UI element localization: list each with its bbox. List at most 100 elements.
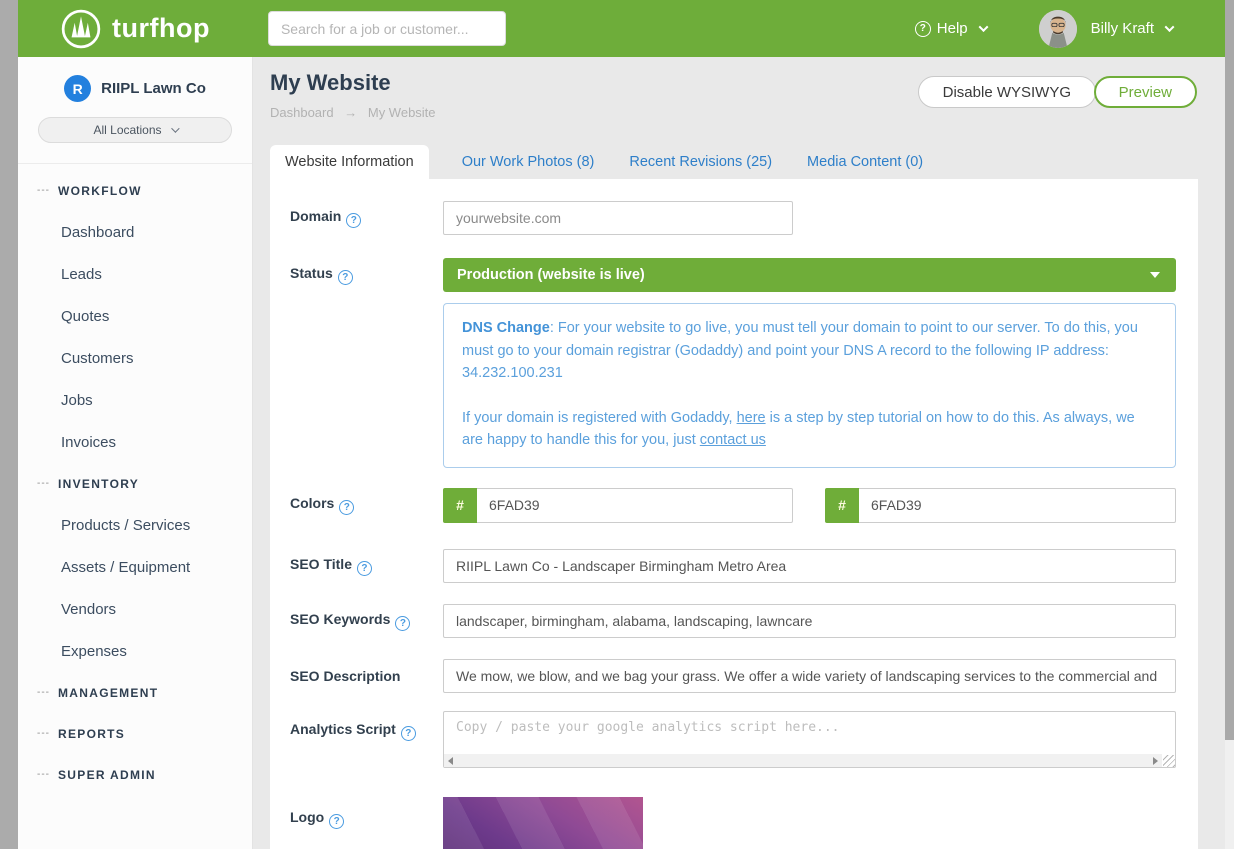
sidebar-item-assets-equipment[interactable]: Assets / Equipment bbox=[18, 546, 252, 588]
primary-color-field: # bbox=[443, 488, 793, 523]
seo-keywords-label: SEO Keywords? bbox=[290, 611, 443, 631]
company-badge: R bbox=[64, 75, 91, 102]
dns-notice: DNS Change: For your website to go live,… bbox=[443, 303, 1176, 468]
hash-prefix: # bbox=[443, 488, 477, 523]
dash-icon: --- bbox=[37, 185, 58, 196]
dash-icon: --- bbox=[37, 728, 58, 739]
brand-logo[interactable]: turfhop bbox=[60, 8, 210, 50]
sidebar-section-reports[interactable]: --- REPORTS bbox=[18, 713, 252, 754]
sidebar-section-management[interactable]: --- MANAGEMENT bbox=[18, 672, 252, 713]
contact-us-link[interactable]: contact us bbox=[700, 432, 766, 448]
sidebar-item-products-services[interactable]: Products / Services bbox=[18, 504, 252, 546]
sidebar-item-vendors[interactable]: Vendors bbox=[18, 588, 252, 630]
status-label: Status? bbox=[290, 265, 443, 285]
website-information-panel: Domain? Status? Production (website is l… bbox=[270, 179, 1198, 849]
domain-row: Domain? bbox=[290, 201, 1176, 235]
breadcrumb-current: My Website bbox=[368, 105, 436, 120]
seo-keywords-input[interactable] bbox=[443, 604, 1176, 638]
sidebar-item-invoices[interactable]: Invoices bbox=[18, 421, 252, 463]
top-navbar: turfhop ? Help Billy Kraft bbox=[18, 0, 1225, 57]
resize-grip-icon[interactable] bbox=[1163, 755, 1175, 767]
secondary-color-field: # bbox=[825, 488, 1176, 523]
tutorial-link[interactable]: here bbox=[737, 410, 766, 426]
status-row: Status? Production (website is live) bbox=[290, 258, 1176, 292]
seo-title-input[interactable] bbox=[443, 549, 1176, 583]
domain-label: Domain? bbox=[290, 208, 443, 228]
status-select[interactable]: Production (website is live) bbox=[443, 258, 1176, 292]
help-tooltip-icon[interactable]: ? bbox=[401, 726, 416, 741]
seo-keywords-row: SEO Keywords? bbox=[290, 604, 1176, 638]
help-icon: ? bbox=[915, 21, 931, 37]
colors-label: Colors? bbox=[290, 495, 443, 515]
seo-description-input[interactable] bbox=[443, 659, 1176, 693]
sidebar-item-customers[interactable]: Customers bbox=[18, 337, 252, 379]
help-tooltip-icon[interactable]: ? bbox=[395, 616, 410, 631]
search-input[interactable] bbox=[268, 11, 506, 46]
chevron-down-icon bbox=[1165, 22, 1175, 32]
tab-our-work-photos[interactable]: Our Work Photos (8) bbox=[460, 145, 597, 179]
help-tooltip-icon[interactable]: ? bbox=[357, 561, 372, 576]
primary-color-input[interactable] bbox=[477, 488, 793, 523]
sidebar-section-super-admin[interactable]: --- SUPER ADMIN bbox=[18, 754, 252, 795]
disable-wysiwyg-button[interactable]: Disable WYSIWYG bbox=[918, 76, 1096, 108]
horizontal-scrollbar[interactable] bbox=[444, 754, 1162, 767]
analytics-row: Analytics Script? bbox=[290, 711, 1176, 768]
seo-description-label: SEO Description bbox=[290, 668, 443, 684]
tab-recent-revisions[interactable]: Recent Revisions (25) bbox=[627, 145, 774, 179]
scrollbar-thumb[interactable] bbox=[1225, 0, 1234, 740]
brand-name: turfhop bbox=[112, 13, 210, 44]
chevron-down-icon bbox=[171, 124, 179, 132]
sidebar-section-workflow[interactable]: --- WORKFLOW bbox=[18, 170, 252, 211]
sidebar: R RIIPL Lawn Co All Locations --- WORKFL… bbox=[18, 57, 253, 849]
user-menu[interactable]: Billy Kraft bbox=[1039, 10, 1173, 48]
page-title: My Website bbox=[270, 70, 391, 96]
sidebar-item-jobs[interactable]: Jobs bbox=[18, 379, 252, 421]
dash-icon: --- bbox=[37, 769, 58, 780]
dash-icon: --- bbox=[37, 687, 58, 698]
scroll-right-icon[interactable] bbox=[1153, 757, 1158, 765]
logo-row: Logo? bbox=[290, 797, 1176, 849]
preview-button[interactable]: Preview bbox=[1094, 76, 1197, 108]
seo-title-label: SEO Title? bbox=[290, 556, 443, 576]
company-row: R RIIPL Lawn Co bbox=[18, 75, 252, 102]
left-edge-strip bbox=[0, 0, 18, 849]
app-screen: turfhop ? Help Billy Kraft bbox=[0, 0, 1234, 849]
domain-input[interactable] bbox=[443, 201, 793, 235]
help-tooltip-icon[interactable]: ? bbox=[338, 270, 353, 285]
sidebar-item-leads[interactable]: Leads bbox=[18, 253, 252, 295]
user-name: Billy Kraft bbox=[1091, 20, 1154, 37]
sidebar-section-inventory[interactable]: --- INVENTORY bbox=[18, 463, 252, 504]
help-menu[interactable]: ? Help bbox=[915, 20, 987, 37]
status-value: Production (website is live) bbox=[457, 267, 645, 283]
analytics-field bbox=[443, 711, 1176, 768]
tab-media-content[interactable]: Media Content (0) bbox=[805, 145, 925, 179]
help-tooltip-icon[interactable]: ? bbox=[339, 500, 354, 515]
seo-description-row: SEO Description bbox=[290, 659, 1176, 693]
sidebar-item-expenses[interactable]: Expenses bbox=[18, 630, 252, 672]
breadcrumb-arrow-icon: → bbox=[344, 105, 357, 120]
all-locations-button[interactable]: All Locations bbox=[38, 117, 232, 143]
main-content: My Website Dashboard → My Website Disabl… bbox=[253, 57, 1225, 849]
chevron-down-icon bbox=[978, 22, 988, 32]
secondary-color-input[interactable] bbox=[859, 488, 1176, 523]
sidebar-item-dashboard[interactable]: Dashboard bbox=[18, 211, 252, 253]
analytics-label: Analytics Script? bbox=[290, 711, 443, 768]
sidebar-item-quotes[interactable]: Quotes bbox=[18, 295, 252, 337]
breadcrumb: Dashboard → My Website bbox=[270, 105, 436, 120]
vertical-scrollbar bbox=[1225, 0, 1234, 849]
tab-website-information[interactable]: Website Information bbox=[270, 145, 429, 179]
sidebar-menu: --- WORKFLOW Dashboard Leads Quotes Cust… bbox=[18, 164, 252, 795]
scroll-left-icon[interactable] bbox=[448, 757, 453, 765]
tab-bar: Website Information Our Work Photos (8) … bbox=[270, 145, 925, 179]
dash-icon: --- bbox=[37, 478, 58, 489]
caret-down-icon bbox=[1150, 272, 1160, 278]
avatar bbox=[1039, 10, 1077, 48]
help-label: Help bbox=[937, 20, 968, 37]
seo-title-row: SEO Title? bbox=[290, 549, 1176, 583]
logo-image[interactable] bbox=[443, 797, 643, 849]
colors-row: Colors? # # bbox=[290, 488, 1176, 523]
turfhop-grass-icon bbox=[60, 8, 102, 50]
help-tooltip-icon[interactable]: ? bbox=[346, 213, 361, 228]
breadcrumb-dashboard[interactable]: Dashboard bbox=[270, 105, 334, 120]
help-tooltip-icon[interactable]: ? bbox=[329, 814, 344, 829]
